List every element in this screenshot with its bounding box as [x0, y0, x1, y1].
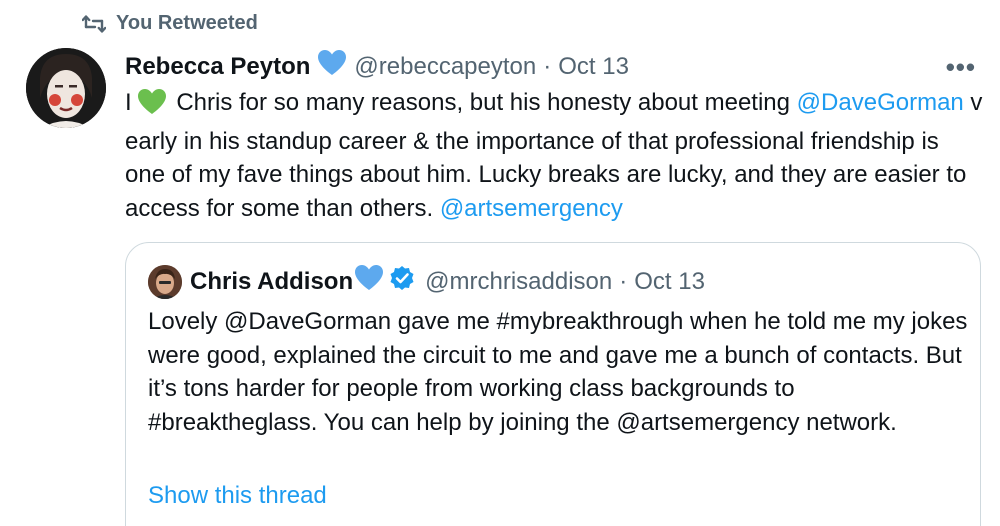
- retweet-indicator: You Retweeted: [82, 12, 258, 35]
- mention-link[interactable]: @DaveGorman: [797, 89, 964, 116]
- text-part: Chris for so many reasons, but his hones…: [169, 89, 797, 116]
- quoted-tweet[interactable]: Chris Addison @mrchrisaddison · Oct 13 L…: [125, 242, 981, 526]
- separator-dot: ·: [543, 53, 552, 80]
- author-handle[interactable]: @rebeccapeyton: [354, 52, 536, 82]
- tweet-header: Rebecca Peyton @rebeccapeyton · Oct 13: [125, 50, 629, 84]
- retweet-icon: [82, 13, 106, 35]
- quote-author-handle[interactable]: @mrchrisaddison: [425, 267, 612, 297]
- quote-author-avatar[interactable]: [148, 265, 182, 299]
- blue-heart-icon: [318, 50, 347, 84]
- author-name[interactable]: Rebecca Peyton: [125, 52, 310, 82]
- text-part: I: [125, 89, 132, 116]
- separator-dot: ·: [619, 268, 628, 295]
- green-heart-icon: [137, 89, 166, 125]
- quote-author-name[interactable]: Chris Addison: [190, 267, 353, 297]
- quote-header: Chris Addison @mrchrisaddison · Oct 13: [148, 265, 705, 299]
- quote-date[interactable]: Oct 13: [634, 267, 705, 297]
- more-icon[interactable]: •••: [946, 52, 976, 83]
- quote-text: Lovely @DaveGorman gave me #mybreakthrou…: [148, 308, 968, 436]
- tweet-date[interactable]: Oct 13: [558, 52, 629, 82]
- verified-badge-icon: [389, 265, 415, 299]
- blue-heart-icon: [355, 265, 384, 299]
- tweet-card[interactable]: You Retweeted Rebecca Peyton @rebeccapey…: [0, 0, 1000, 526]
- show-thread-link[interactable]: Show this thread: [148, 481, 327, 511]
- mention-link[interactable]: @artsemergency: [440, 195, 623, 222]
- author-avatar[interactable]: [26, 48, 106, 128]
- retweet-label: You Retweeted: [116, 12, 258, 34]
- tweet-text: I Chris for so many reasons, but his hon…: [125, 86, 985, 225]
